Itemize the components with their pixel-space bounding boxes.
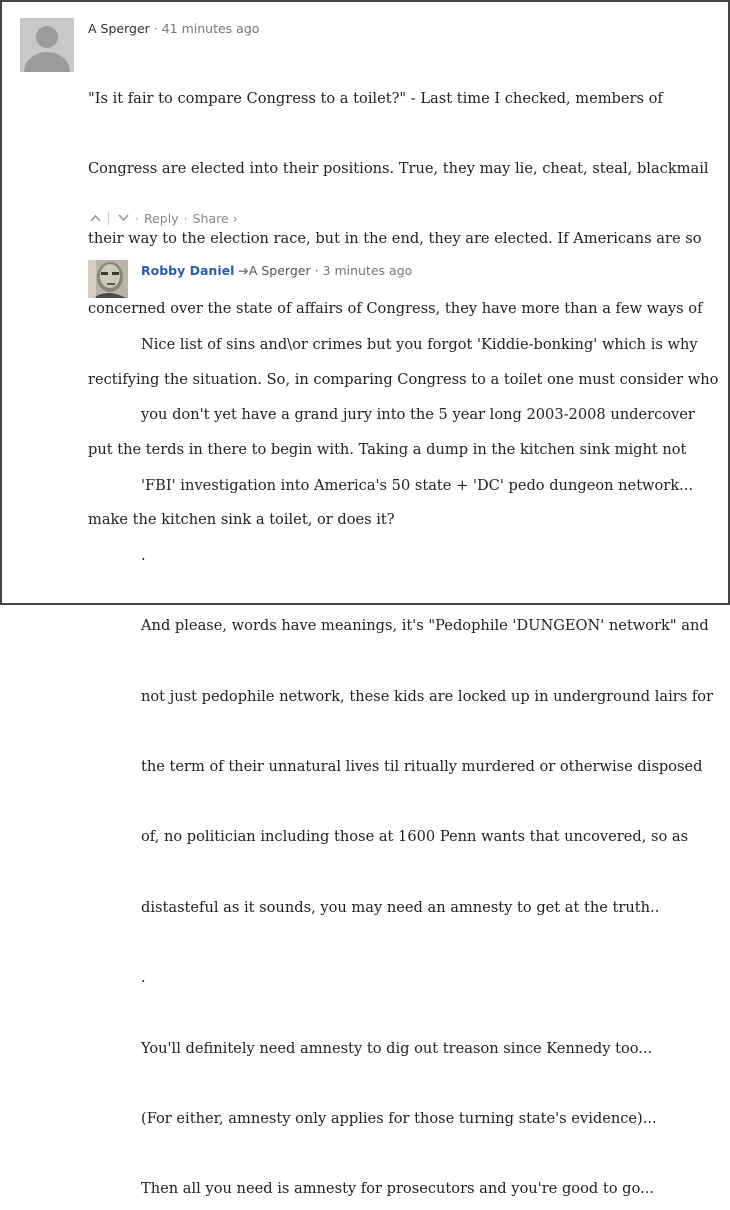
comment-header: A Sperger · 41 minutes ago [88, 21, 259, 36]
comment-author[interactable]: A Sperger [88, 21, 150, 36]
reply-line: (For either, amnesty only applies for th… [141, 1109, 657, 1127]
reply-to-author[interactable]: A Sperger [249, 263, 311, 278]
reply-line: . [141, 546, 146, 564]
comment-timestamp[interactable]: 41 minutes ago [162, 21, 260, 36]
reply-arrow-icon: ➔ [238, 263, 249, 278]
reply-header: Robby Daniel ➔A Sperger · 3 minutes ago [141, 263, 412, 278]
reply-line: And please, words have meanings, it's "P… [141, 617, 709, 635]
avatar-shoulders-shape [24, 52, 70, 72]
reply-line: the term of their unnatural lives til ri… [141, 758, 703, 776]
default-avatar[interactable] [20, 18, 74, 72]
reply-line: You'll definitely need amnesty to dig ou… [141, 1039, 653, 1057]
vote-divider [108, 211, 109, 225]
reply-line: distasteful as it sounds, you may need a… [141, 898, 660, 916]
reply-author[interactable]: Robby Daniel [141, 263, 234, 278]
share-button[interactable]: Share › [193, 211, 238, 226]
reply-timestamp[interactable]: 3 minutes ago [323, 263, 413, 278]
chevron-down-icon[interactable] [116, 210, 130, 226]
reply-body: Nice list of sins and\or crimes but you … [141, 286, 713, 1210]
reply-line: not just pedophile network, these kids a… [141, 687, 714, 705]
meta-separator: · [310, 263, 323, 278]
user-avatar[interactable] [88, 260, 128, 298]
meta-separator: · [149, 21, 162, 36]
action-dot: · [135, 210, 139, 226]
reply-line: Nice list of sins and\or crimes but you … [141, 335, 698, 353]
reply-line: . [141, 969, 146, 987]
reply-line: of, no politician including those at 160… [141, 828, 689, 846]
comment-thread: A Sperger · 41 minutes ago "Is it fair t… [0, 0, 730, 1197]
reply-line: you don't yet have a grand jury into the… [141, 406, 695, 424]
comment-line: Congress are elected into their position… [88, 160, 709, 178]
reply-line: 'FBI' investigation into America's 50 st… [141, 476, 694, 494]
avatar-photo-icon [88, 260, 128, 298]
action-dot: · [183, 210, 188, 226]
chevron-up-icon[interactable] [88, 210, 102, 226]
comment-line: their way to the election race, but in t… [88, 230, 702, 248]
reply-line: Then all you need is amnesty for prosecu… [141, 1180, 654, 1198]
comment-line: "Is it fair to compare Congress to a toi… [88, 89, 663, 107]
comment-actions: · Reply · Share › [88, 210, 238, 226]
avatar-head-shape [36, 26, 58, 48]
reply-button[interactable]: Reply [144, 211, 179, 226]
